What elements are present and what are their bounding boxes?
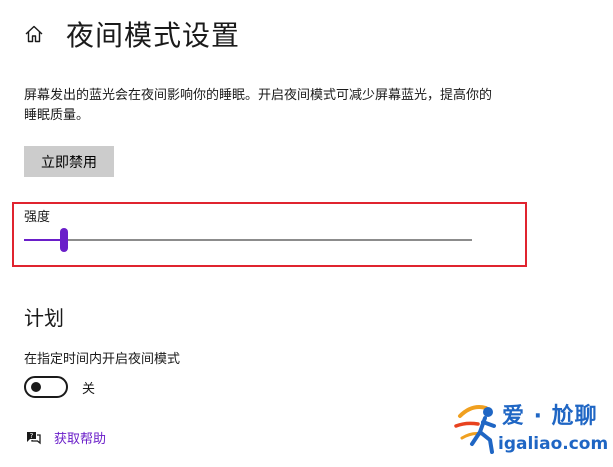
strength-slider[interactable]	[24, 228, 472, 252]
home-button[interactable]	[22, 22, 46, 46]
help-chat-icon: ?	[24, 429, 42, 447]
help-row: ? 获取帮助	[24, 428, 106, 447]
schedule-toggle-label: 在指定时间内开启夜间模式	[24, 352, 181, 367]
slider-fill	[24, 239, 64, 241]
watermark-url: igaliao.com	[498, 434, 609, 454]
page-title: 夜间模式设置	[66, 19, 241, 52]
toggle-state-text: 关	[82, 381, 96, 397]
watermark-logo: 爱 · 尬聊 igaliao.com	[452, 398, 608, 462]
night-light-description: 屏幕发出的蓝光会在夜间影响你的睡眠。开启夜间模式可减少屏幕蓝光，提高你的睡眠质量…	[24, 88, 493, 123]
get-help-link[interactable]: 获取帮助	[54, 428, 106, 447]
disable-now-button[interactable]: 立即禁用	[24, 146, 114, 177]
schedule-title: 计划	[24, 306, 64, 330]
schedule-toggle[interactable]	[24, 376, 68, 398]
toggle-knob	[31, 382, 41, 392]
slider-track	[24, 239, 472, 241]
watermark-brand: 爱 · 尬聊	[502, 404, 598, 429]
slider-thumb[interactable]	[60, 228, 68, 252]
home-icon	[25, 25, 43, 43]
schedule-toggle-row: 关	[24, 376, 95, 398]
svg-text:?: ?	[30, 432, 34, 440]
page-header: 夜间模式设置	[22, 14, 240, 54]
strength-label: 强度	[24, 210, 51, 225]
